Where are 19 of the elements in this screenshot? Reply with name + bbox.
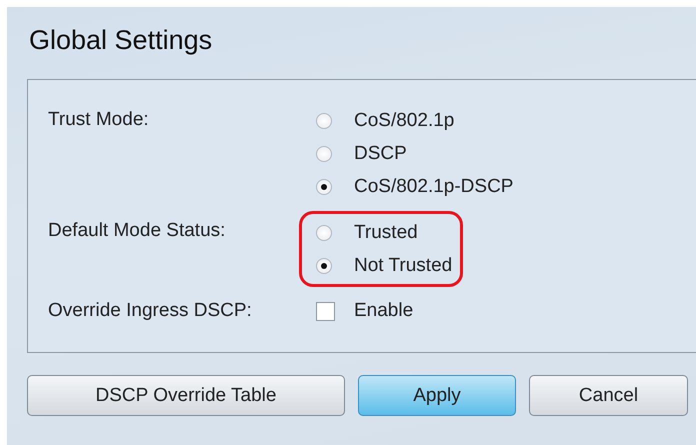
option-label: CoS/802.1p-DSCP	[354, 176, 514, 198]
radio-button[interactable]	[316, 112, 332, 128]
radio-button[interactable]	[316, 224, 332, 240]
option-label: Enable	[354, 300, 414, 322]
action-button[interactable]: Cancel	[529, 375, 688, 416]
option-label: Trusted	[354, 222, 418, 244]
checkbox[interactable]	[316, 302, 335, 320]
field-label: Override Ingress DSCP:	[48, 299, 253, 323]
field-label: Trust Mode:	[48, 108, 150, 132]
page-title: Global Settings	[29, 25, 212, 56]
action-button[interactable]: Apply	[358, 375, 516, 416]
option-label: Not Trusted	[354, 254, 452, 276]
action-button[interactable]: DSCP Override Table	[27, 375, 345, 416]
radio-button[interactable]	[316, 178, 332, 194]
option-label: DSCP	[354, 142, 407, 164]
radio-button[interactable]	[316, 258, 332, 274]
radio-button[interactable]	[316, 146, 332, 162]
option-label: CoS/802.1p	[354, 110, 454, 132]
field-label: Default Mode Status:	[48, 219, 226, 243]
